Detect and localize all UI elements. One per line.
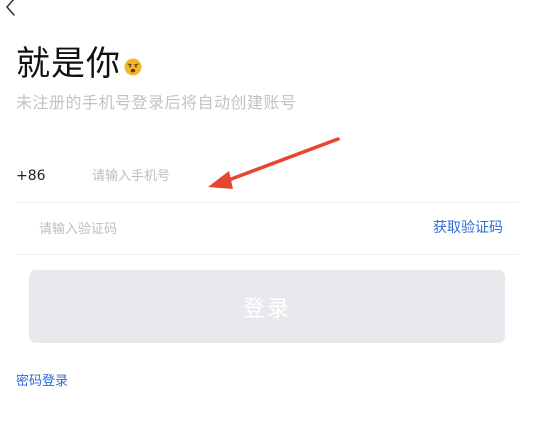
smiley-emoji-icon [124, 58, 142, 76]
back-chevron-icon[interactable] [3, 0, 19, 16]
login-page: 就是你 未注册的手机号登录后将自动创建账号 +86 获取验证码 登录 密码登录 [0, 0, 535, 432]
verification-code-input[interactable] [39, 217, 339, 241]
get-code-button[interactable]: 获取验证码 [433, 218, 503, 238]
code-row: 获取验证码 [16, 203, 518, 255]
country-code[interactable]: +86 [16, 166, 46, 186]
phone-row: +86 [16, 150, 518, 203]
title-row: 就是你 [16, 44, 142, 84]
password-login-link[interactable]: 密码登录 [16, 372, 68, 392]
page-title: 就是你 [16, 44, 121, 84]
page-subtitle: 未注册的手机号登录后将自动创建账号 [16, 93, 297, 112]
login-button[interactable]: 登录 [29, 270, 505, 343]
phone-input[interactable] [92, 164, 492, 188]
